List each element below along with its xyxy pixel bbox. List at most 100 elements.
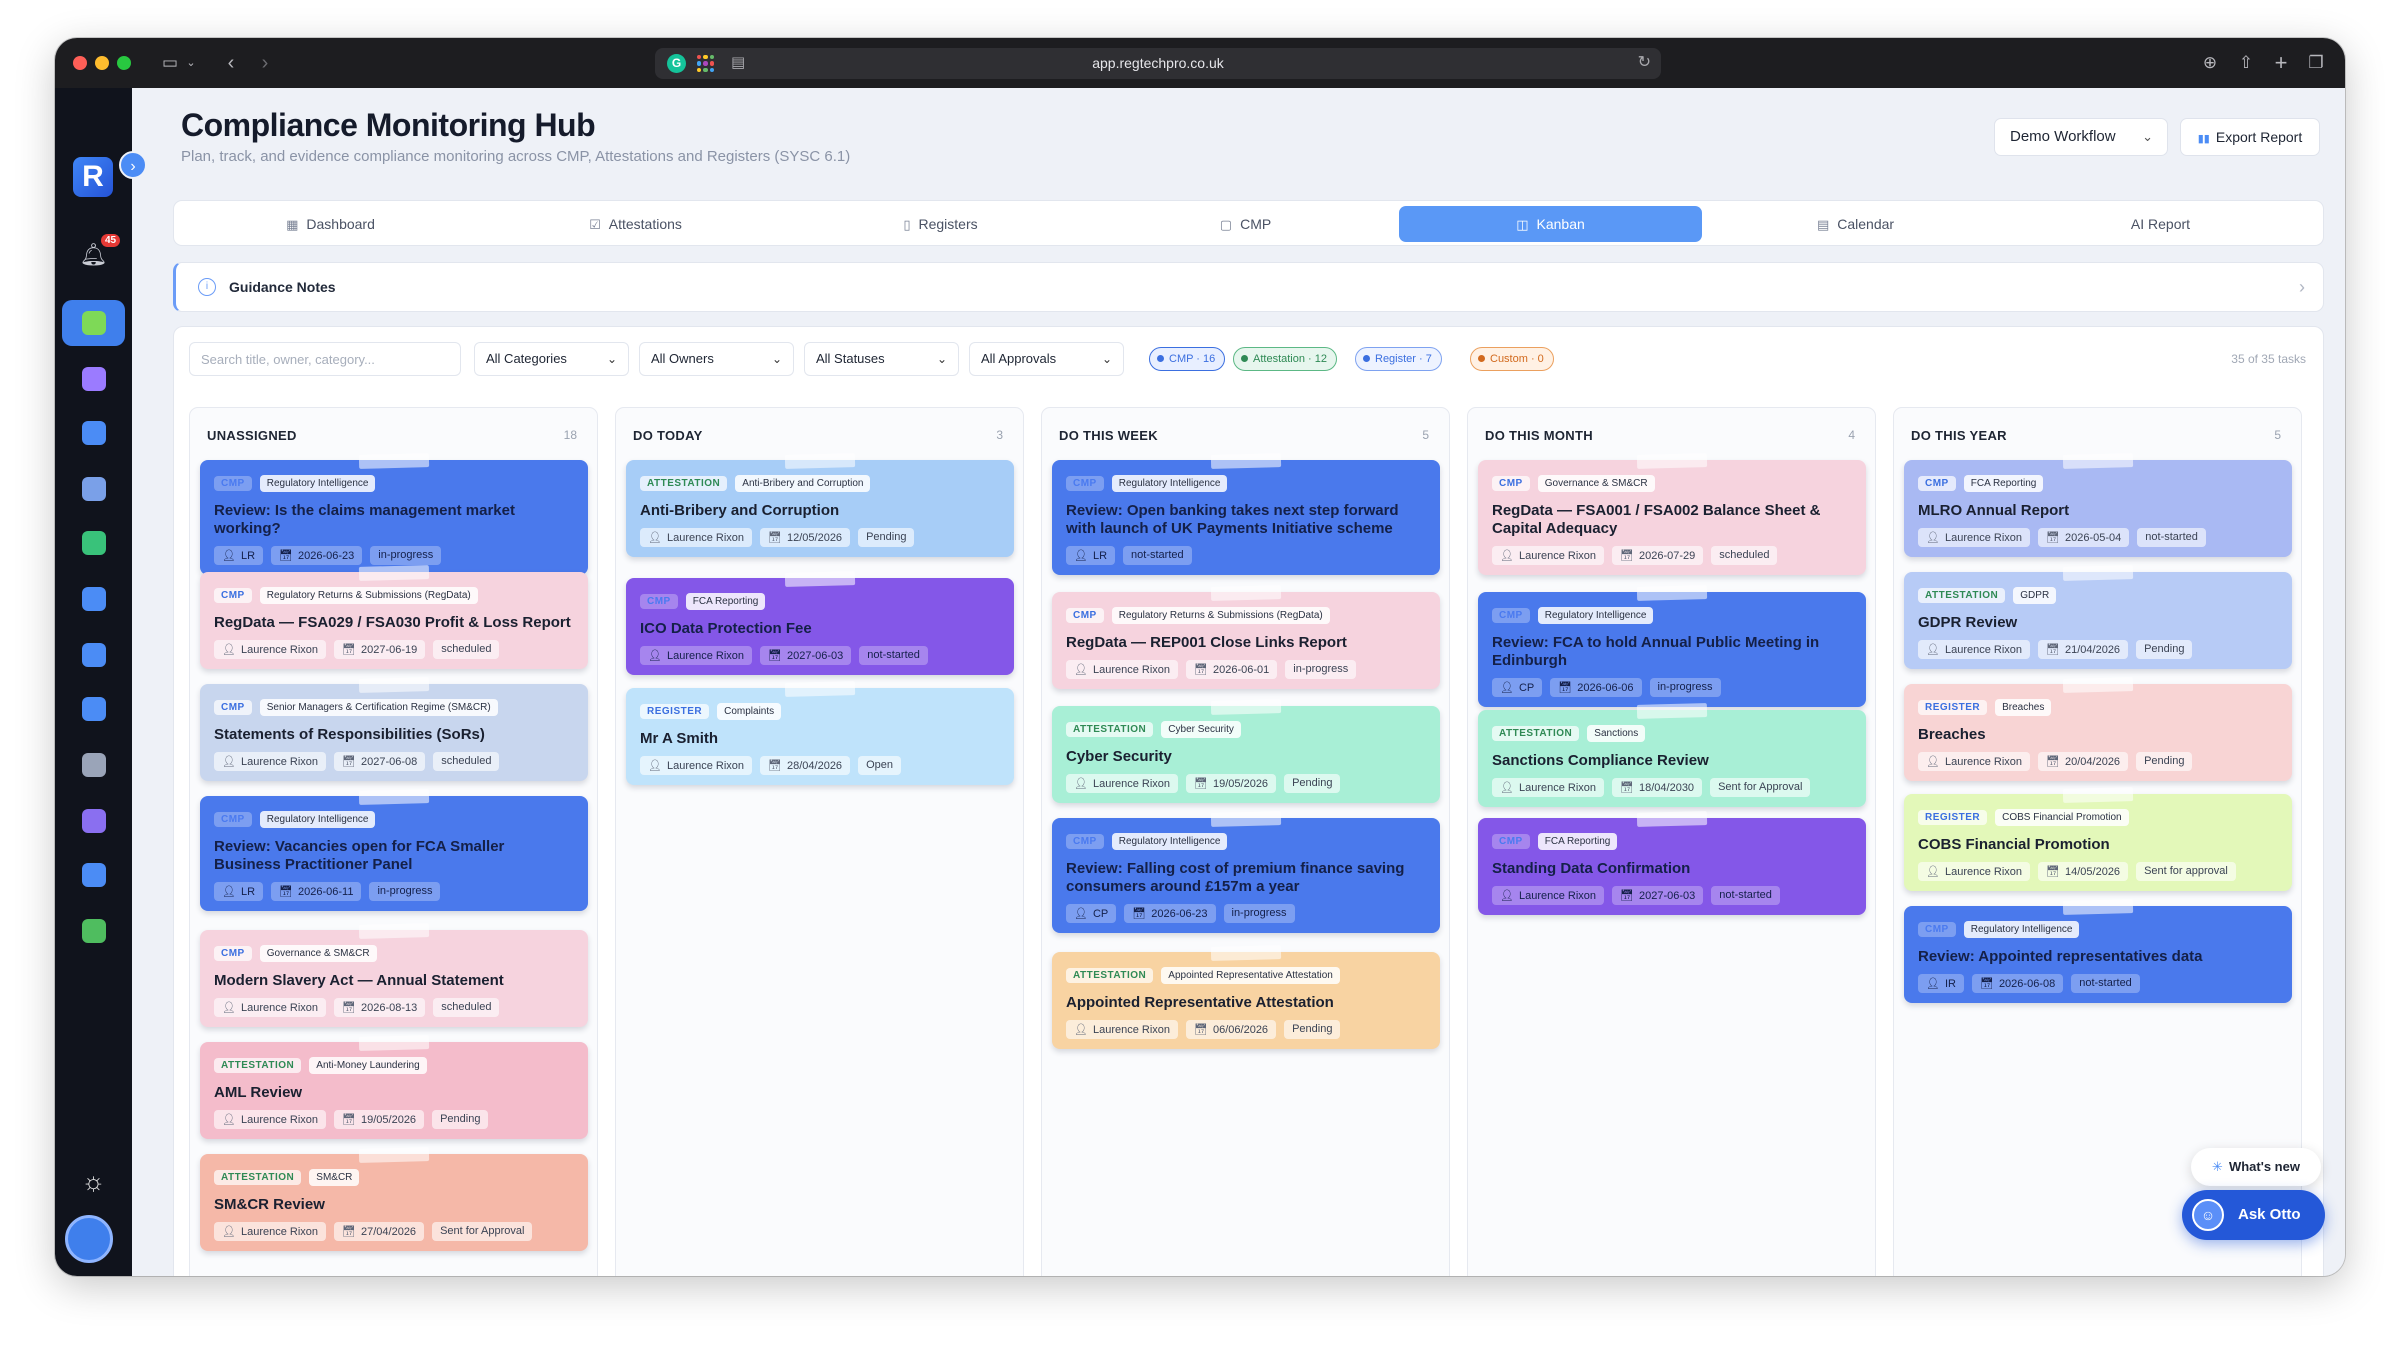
kanban-card[interactable]: CMP FCA Reporting Standing Data Confirmati…: [1478, 818, 1866, 915]
checkbox-icon: ☑: [589, 217, 601, 232]
kanban-card[interactable]: CMP Regulatory Intelligence Review: Vacanc…: [200, 796, 588, 911]
forward-button[interactable]: ›: [251, 50, 279, 76]
card-meta: 👤︎ Laurence Rixon 📅︎ 2026-07-29 scheduled: [1492, 546, 1852, 565]
kanban-card[interactable]: CMP Senior Managers & Certification Regim…: [200, 684, 588, 781]
kanban-card[interactable]: REGISTER COBS Financial Promotion COBS Fin…: [1904, 794, 2292, 891]
sidebar-item-card[interactable]: [62, 908, 125, 954]
category-filter-select[interactable]: All Categories ⌄: [474, 342, 629, 376]
kanban-card[interactable]: ATTESTATION Sanctions Sanctions Compliance…: [1478, 710, 1866, 807]
tab-attestations[interactable]: ☑ Attestations: [484, 206, 787, 242]
kanban-card[interactable]: CMP Regulatory Returns & Submissions (Reg…: [200, 572, 588, 669]
close-window-button[interactable]: [73, 56, 87, 70]
tab-dashboard[interactable]: ▦ Dashboard: [179, 206, 482, 242]
card-meta: 👤︎ Laurence Rixon 📅︎ 27/04/2026 Sent for App…: [214, 1222, 574, 1241]
sidebar-item-bank[interactable]: [62, 742, 125, 788]
sidebar-expand-button[interactable]: ›: [119, 151, 147, 179]
kanban-card[interactable]: ATTESTATION Appointed Representative Atte…: [1052, 952, 1440, 1049]
whats-new-button[interactable]: ✳ What's new: [2191, 1148, 2321, 1186]
calendar-icon: 📅︎: [1979, 978, 1994, 990]
ask-otto-button[interactable]: ☺ Ask Otto: [2182, 1190, 2325, 1240]
kanban-card[interactable]: ATTESTATION Cyber Security Cyber Security 👤…: [1052, 706, 1440, 803]
sidebar-item-notifications[interactable]: 🔔︎ 45: [62, 232, 125, 278]
sidebar-item-network[interactable]: [62, 686, 125, 732]
search-input[interactable]: [189, 342, 461, 376]
calendar-icon: 📅︎: [342, 756, 356, 768]
user-avatar[interactable]: [65, 1215, 113, 1263]
person-icon: 👤︎: [222, 550, 236, 562]
download-icon[interactable]: ⊕: [2197, 50, 2223, 76]
column-title: DO THIS WEEK: [1059, 428, 1158, 443]
card-tags: CMP Regulatory Intelligence: [1066, 473, 1426, 493]
kanban-card[interactable]: ATTESTATION Anti-Bribery and Corruption An…: [626, 460, 1014, 557]
card-meta: 👤︎ Laurence Rixon 📅︎ 19/05/2026 Pending: [214, 1110, 574, 1129]
export-report-button[interactable]: ▮▮ Export Report: [2180, 118, 2320, 156]
kanban-card[interactable]: CMP Governance & SM&CR RegData — FSA001 / …: [1478, 460, 1866, 575]
sidebar-item-theme[interactable]: ☼: [62, 1158, 125, 1204]
sidebar-item-compliance[interactable]: [62, 300, 125, 346]
minimize-window-button[interactable]: [95, 56, 109, 70]
back-button[interactable]: ‹: [217, 50, 245, 76]
card-owner: 👤︎ CP: [1066, 904, 1117, 923]
kanban-card[interactable]: CMP Regulatory Returns & Submissions (Reg…: [1052, 592, 1440, 689]
status-filter-select[interactable]: All Statuses ⌄: [804, 342, 959, 376]
workflow-select[interactable]: Demo Workflow ⌄: [1994, 118, 2168, 156]
tab-registers[interactable]: ▯ Registers: [789, 206, 1092, 242]
tab-label: Attestations: [608, 216, 682, 232]
card-due-date-text: 2026-06-08: [1998, 978, 2056, 990]
tab-kanban[interactable]: ◫ Kanban: [1399, 206, 1702, 242]
kanban-card[interactable]: CMP Regulatory Intelligence Review: Open b…: [1052, 460, 1440, 575]
kanban-card[interactable]: ATTESTATION SM&CR SM&CR Review 👤︎ Laurence R…: [200, 1154, 588, 1251]
card-status: Pending: [2136, 752, 2193, 771]
dashboard-icon: ▦: [286, 217, 299, 232]
sidebar-item-protection[interactable]: [62, 520, 125, 566]
kanban-card[interactable]: ATTESTATION Anti-Money Laundering AML Revi…: [200, 1042, 588, 1139]
sidebar-toggle-icon[interactable]: ▭: [158, 50, 182, 76]
tab-calendar[interactable]: ▤ Calendar: [1704, 206, 2007, 242]
address-bar[interactable]: G ▤ app.regtechpro.co.uk ↻: [655, 48, 1661, 79]
kanban-card[interactable]: CMP Regulatory Intelligence Review: Appoin…: [1904, 906, 2292, 1003]
kanban-card[interactable]: CMP Regulatory Intelligence Review: FCA to…: [1478, 592, 1866, 707]
sidebar-item-security[interactable]: [62, 410, 125, 456]
kanban-card[interactable]: REGISTER Complaints Mr A Smith 👤︎ Laurence R…: [626, 688, 1014, 785]
filter-chip-attestation[interactable]: Attestation · 12: [1233, 347, 1337, 371]
kanban-card[interactable]: REGISTER Breaches Breaches 👤︎ Laurence Rixon…: [1904, 684, 2292, 781]
kanban-card[interactable]: CMP FCA Reporting ICO Data Protection Fee 👤…: [626, 578, 1014, 675]
card-meta: 👤︎ LR 📅︎ 2026-06-11 in-progress: [214, 882, 574, 901]
sidebar-item-news[interactable]: [62, 466, 125, 512]
chevron-down-icon[interactable]: ⌄: [183, 50, 199, 76]
filter-chip-cmp[interactable]: CMP · 16: [1149, 347, 1226, 371]
kanban-card[interactable]: ATTESTATION GDPR GDPR Review 👤︎ Laurence Rix…: [1904, 572, 2292, 669]
person-icon: 👤︎: [1074, 550, 1088, 562]
tab-overview-icon[interactable]: ❐: [2303, 50, 2329, 76]
chevron-right-icon: ›: [2299, 277, 2305, 297]
card-owner-text: Laurence Rixon: [240, 756, 319, 768]
kanban-card[interactable]: CMP Governance & SM&CR Modern Slavery Act …: [200, 930, 588, 1027]
sidebar-item-edit[interactable]: [62, 852, 125, 898]
app-logo[interactable]: R: [73, 157, 113, 197]
card-owner: 👤︎ Laurence Rixon: [1066, 774, 1179, 793]
sidebar-item-people[interactable]: [62, 356, 125, 402]
tab-ai-report[interactable]: AI Report: [2009, 206, 2312, 242]
kanban-card[interactable]: CMP Regulatory Intelligence Review: Is the…: [200, 460, 588, 575]
sidebar-item-monitor[interactable]: [62, 576, 125, 622]
person-icon: 👤︎: [1926, 756, 1940, 768]
kanban-card[interactable]: CMP FCA Reporting MLRO Annual Report 👤︎ Laur…: [1904, 460, 2292, 557]
card-owner-text: Laurence Rixon: [240, 1226, 319, 1238]
card-type-badge: ATTESTATION: [1918, 587, 2006, 603]
filter-chip-register[interactable]: Register · 7: [1355, 347, 1442, 371]
share-icon[interactable]: ⇧: [2233, 50, 2259, 76]
card-status: Pending: [432, 1110, 489, 1129]
owner-filter-select[interactable]: All Owners ⌄: [639, 342, 794, 376]
card-owner-text: Laurence Rixon: [1944, 866, 2023, 878]
card-due-date-text: 2026-08-13: [361, 1002, 418, 1014]
maximize-window-button[interactable]: [117, 56, 131, 70]
reload-icon[interactable]: ↻: [1638, 52, 1651, 72]
sidebar-item-lock[interactable]: [62, 632, 125, 678]
kanban-card[interactable]: CMP Regulatory Intelligence Review: Fallin…: [1052, 818, 1440, 933]
tab-cmp[interactable]: ▢ CMP: [1094, 206, 1397, 242]
sidebar-item-list[interactable]: [62, 798, 125, 844]
approval-filter-select[interactable]: All Approvals ⌄: [969, 342, 1124, 376]
new-tab-icon[interactable]: +: [2268, 50, 2294, 76]
guidance-notes[interactable]: i Guidance Notes ›: [173, 262, 2324, 312]
filter-chip-custom[interactable]: Custom · 0: [1470, 347, 1554, 371]
